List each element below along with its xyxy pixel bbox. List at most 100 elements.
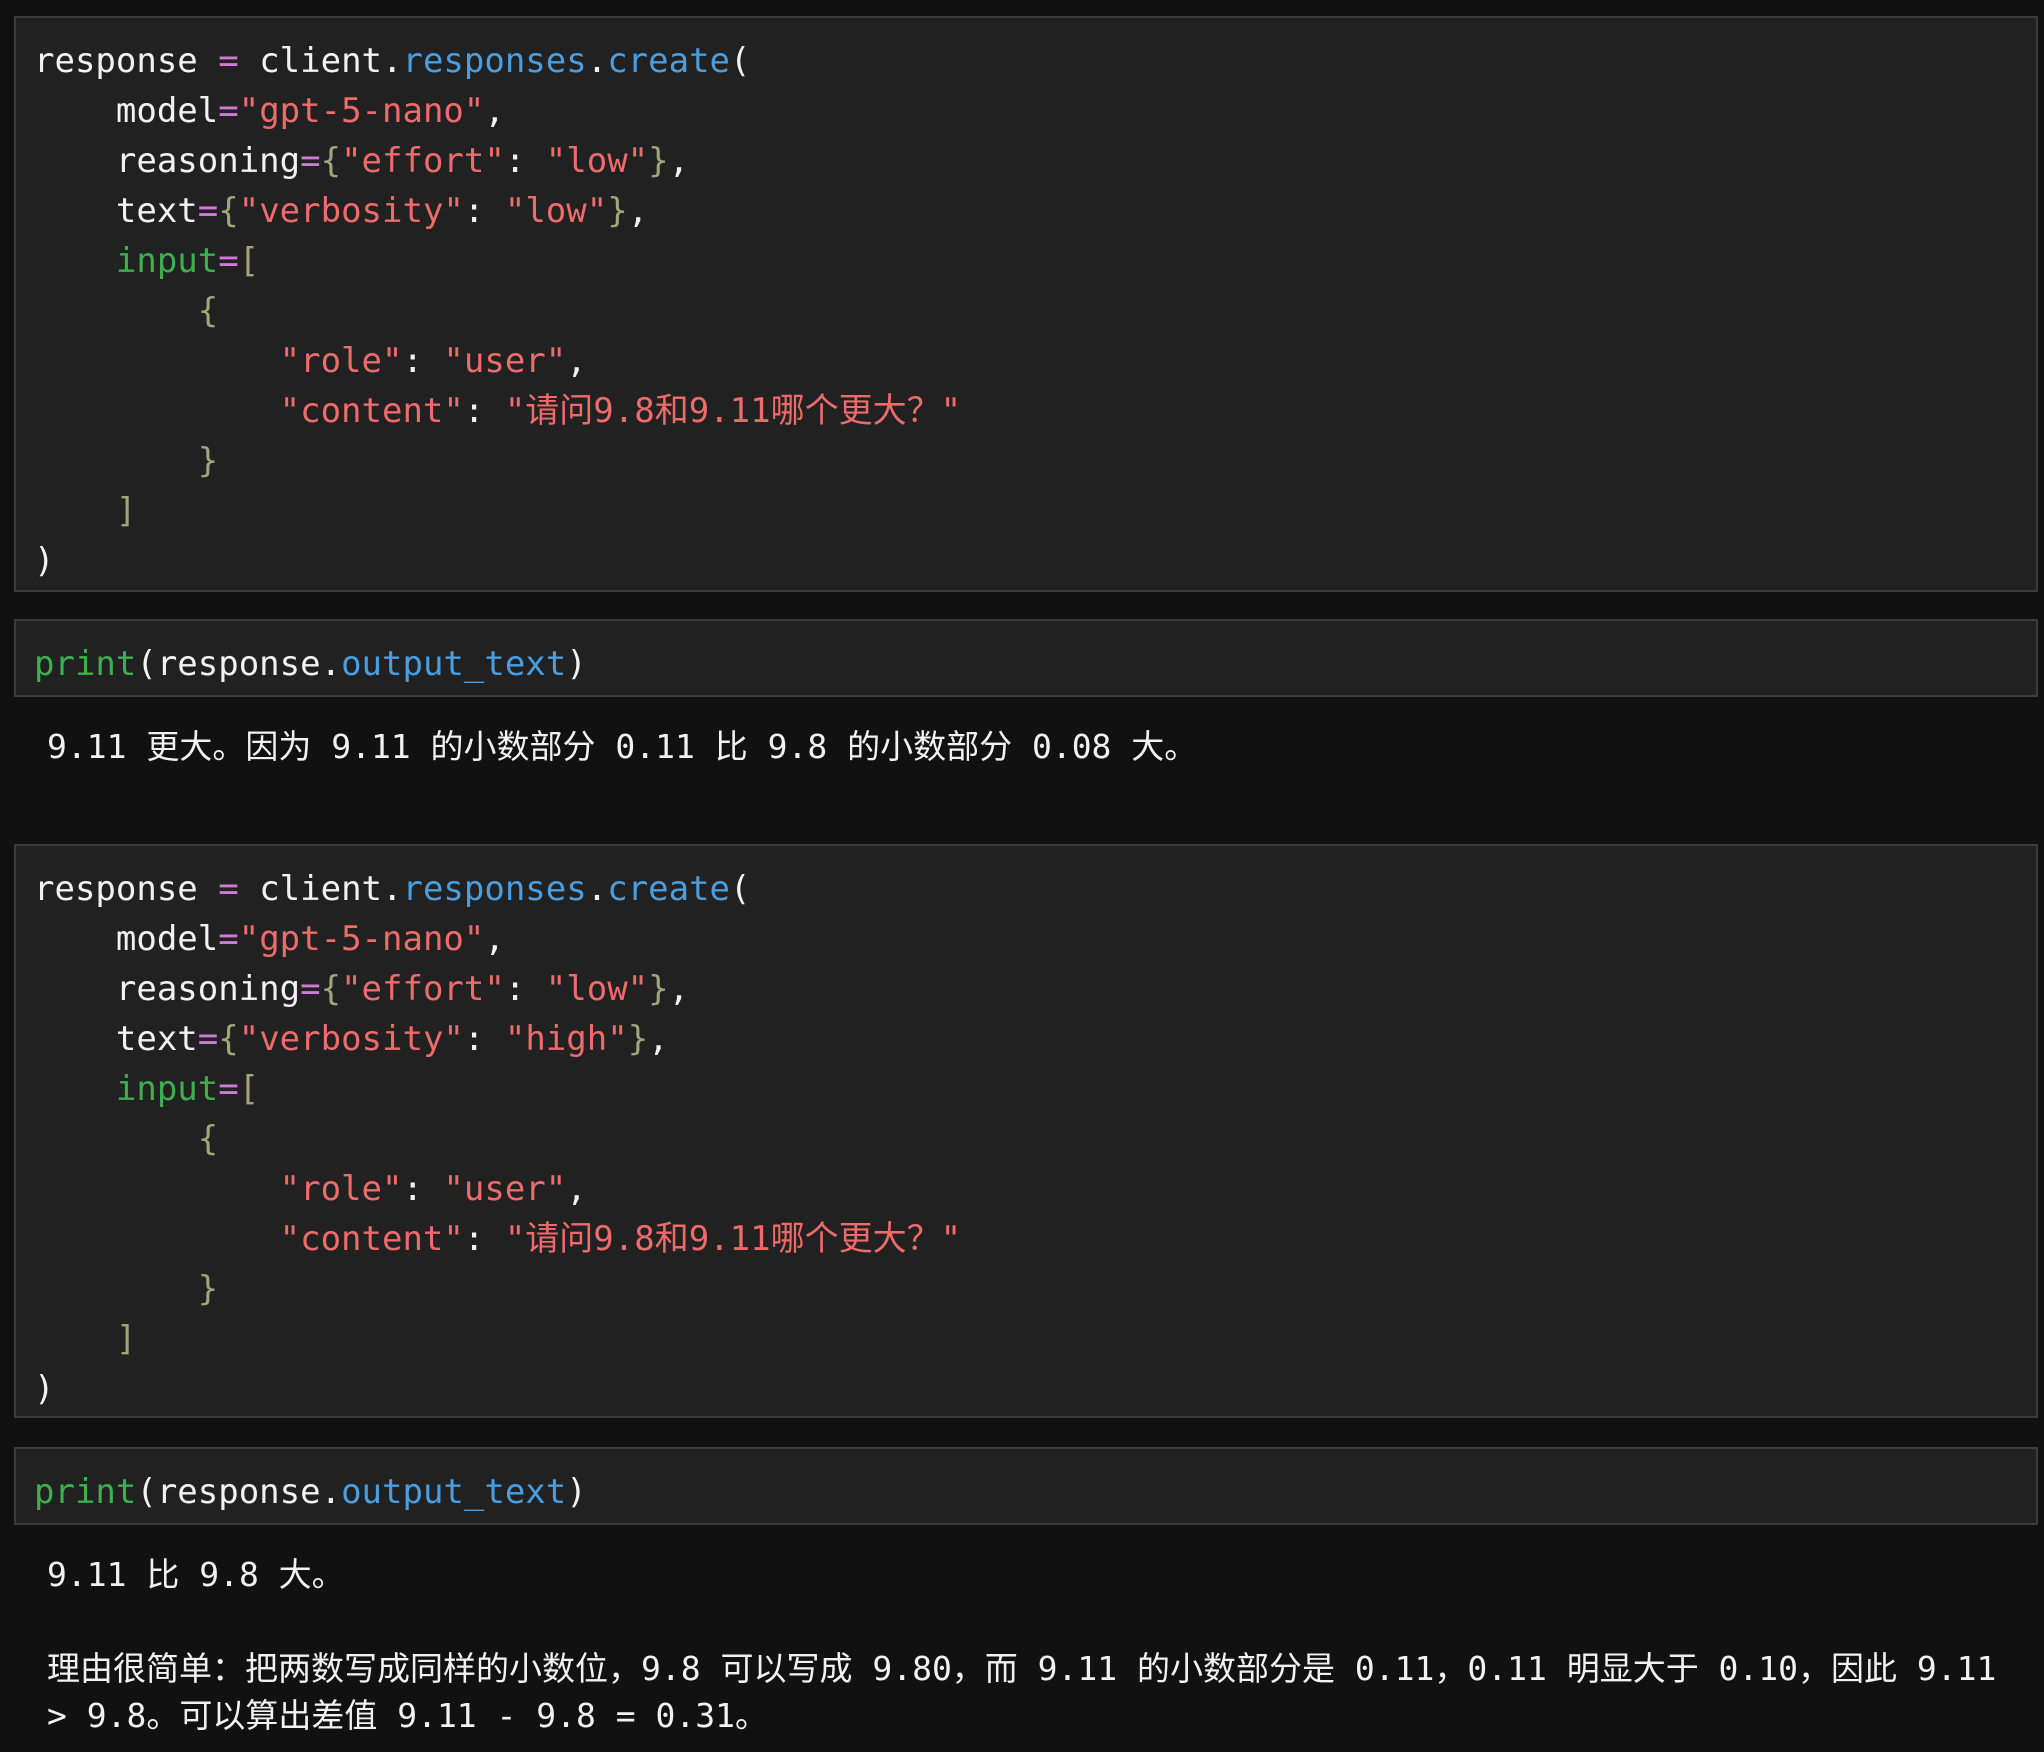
code-token: } — [627, 1019, 649, 1059]
code-line: response = client.responses.create( — [34, 36, 2036, 86]
code-token: "content" — [34, 391, 464, 431]
code-token: } — [648, 969, 669, 1009]
code-token: { — [218, 191, 239, 231]
code-token: print — [34, 644, 137, 684]
code-token: "high" — [504, 1019, 628, 1059]
code-token: "low" — [545, 141, 649, 181]
code-cell-3-source: response = client.responses.create( mode… — [34, 864, 2036, 1414]
code-token: : — [463, 191, 505, 231]
code-line: model="gpt-5-nano", — [34, 914, 2036, 964]
code-line: model="gpt-5-nano", — [34, 86, 2036, 136]
code-token: : — [402, 341, 444, 381]
code-token: create — [607, 41, 731, 81]
code-token: (response. — [136, 1472, 342, 1512]
code-line: "content": "请问9.8和9.11哪个更大？" — [34, 1214, 2036, 1264]
code-line: input=[ — [34, 1064, 2036, 1114]
code-token: reasoning — [34, 141, 301, 181]
code-cell-1-source: response = client.responses.create( mode… — [34, 36, 2036, 586]
code-line: { — [34, 1114, 2036, 1164]
code-token: responses — [402, 41, 587, 81]
code-token: , — [668, 969, 690, 1009]
code-token: = — [300, 969, 321, 1009]
code-token: ) — [34, 1369, 55, 1409]
code-line: "role": "user", — [34, 336, 2036, 386]
code-token: client. — [238, 41, 403, 81]
code-cell-4[interactable]: print(response.output_text) — [14, 1447, 2038, 1525]
code-line: ) — [34, 536, 2036, 586]
code-token: } — [648, 141, 669, 181]
code-token: client. — [238, 869, 403, 909]
code-token: , — [648, 1019, 669, 1059]
code-token: "user" — [443, 1169, 567, 1209]
code-token: "verbosity" — [238, 1019, 464, 1059]
code-token: "gpt-5-nano" — [238, 91, 485, 131]
code-line: } — [34, 436, 2036, 486]
code-token: "user" — [443, 341, 567, 381]
code-token: = — [218, 1069, 239, 1109]
code-token: ( — [730, 41, 751, 81]
code-token: "role" — [34, 341, 403, 381]
code-token: ) — [566, 644, 587, 684]
code-token: ( — [730, 869, 751, 909]
code-token: input — [34, 1069, 219, 1109]
code-line: reasoning={"effort": "low"}, — [34, 964, 2036, 1014]
code-token: ] — [34, 491, 137, 531]
code-token: { — [320, 141, 342, 181]
code-token: "请问9.8和9.11哪个更大？" — [504, 391, 962, 431]
code-token: = — [197, 1019, 219, 1059]
code-token: = — [218, 241, 239, 281]
code-token: model — [34, 919, 219, 959]
code-token: = — [218, 919, 239, 959]
code-token: : — [463, 1019, 505, 1059]
code-cell-3[interactable]: response = client.responses.create( mode… — [14, 844, 2038, 1418]
code-token: = — [218, 869, 239, 909]
code-line: ) — [34, 1364, 2036, 1414]
code-line: reasoning={"effort": "low"}, — [34, 136, 2036, 186]
code-token: "content" — [34, 1219, 464, 1259]
code-token: : — [504, 969, 546, 1009]
code-token: } — [34, 1269, 219, 1309]
code-token: : — [504, 141, 546, 181]
code-cell-4-source: print(response.output_text) — [34, 1467, 2036, 1517]
code-token: . — [586, 41, 608, 81]
code-token: ) — [566, 1472, 587, 1512]
code-line: text={"verbosity": "high"}, — [34, 1014, 2036, 1064]
code-token: , — [566, 1169, 587, 1209]
code-line: ] — [34, 486, 2036, 536]
code-token: output_text — [341, 1472, 567, 1512]
code-token: . — [586, 869, 608, 909]
code-token: "effort" — [341, 969, 505, 1009]
code-token: : — [463, 1219, 505, 1259]
code-token: { — [320, 969, 342, 1009]
code-cell-2[interactable]: print(response.output_text) — [14, 619, 2038, 697]
code-line: response = client.responses.create( — [34, 864, 2036, 914]
code-line: { — [34, 286, 2036, 336]
code-token: , — [668, 141, 690, 181]
code-token: text — [34, 191, 198, 231]
code-cell-2-source: print(response.output_text) — [34, 639, 2036, 689]
code-token: "verbosity" — [238, 191, 464, 231]
code-token: response — [34, 41, 219, 81]
code-token: , — [566, 341, 587, 381]
code-line: print(response.output_text) — [34, 1467, 2036, 1517]
code-token: "effort" — [341, 141, 505, 181]
code-token: ] — [34, 1319, 137, 1359]
code-token: "low" — [545, 969, 649, 1009]
code-token: input — [34, 241, 219, 281]
code-token: "请问9.8和9.11哪个更大？" — [504, 1219, 962, 1259]
output-text-2: 9.11 比 9.8 大。 理由很简单：把两数写成同样的小数位，9.8 可以写成… — [47, 1555, 1997, 1735]
code-token: { — [218, 1019, 239, 1059]
code-token: output_text — [341, 644, 567, 684]
code-token: = — [218, 91, 239, 131]
code-token: } — [34, 441, 219, 481]
code-token: = — [197, 191, 219, 231]
code-token: ) — [34, 541, 55, 581]
code-line: input=[ — [34, 236, 2036, 286]
code-cell-1[interactable]: response = client.responses.create( mode… — [14, 16, 2038, 592]
code-token: { — [34, 1119, 219, 1159]
code-token: (response. — [136, 644, 342, 684]
output-text-1: 9.11 更大。因为 9.11 的小数部分 0.11 比 9.8 的小数部分 0… — [47, 727, 1198, 766]
code-token: reasoning — [34, 969, 301, 1009]
code-token: "low" — [504, 191, 608, 231]
code-token: create — [607, 869, 731, 909]
